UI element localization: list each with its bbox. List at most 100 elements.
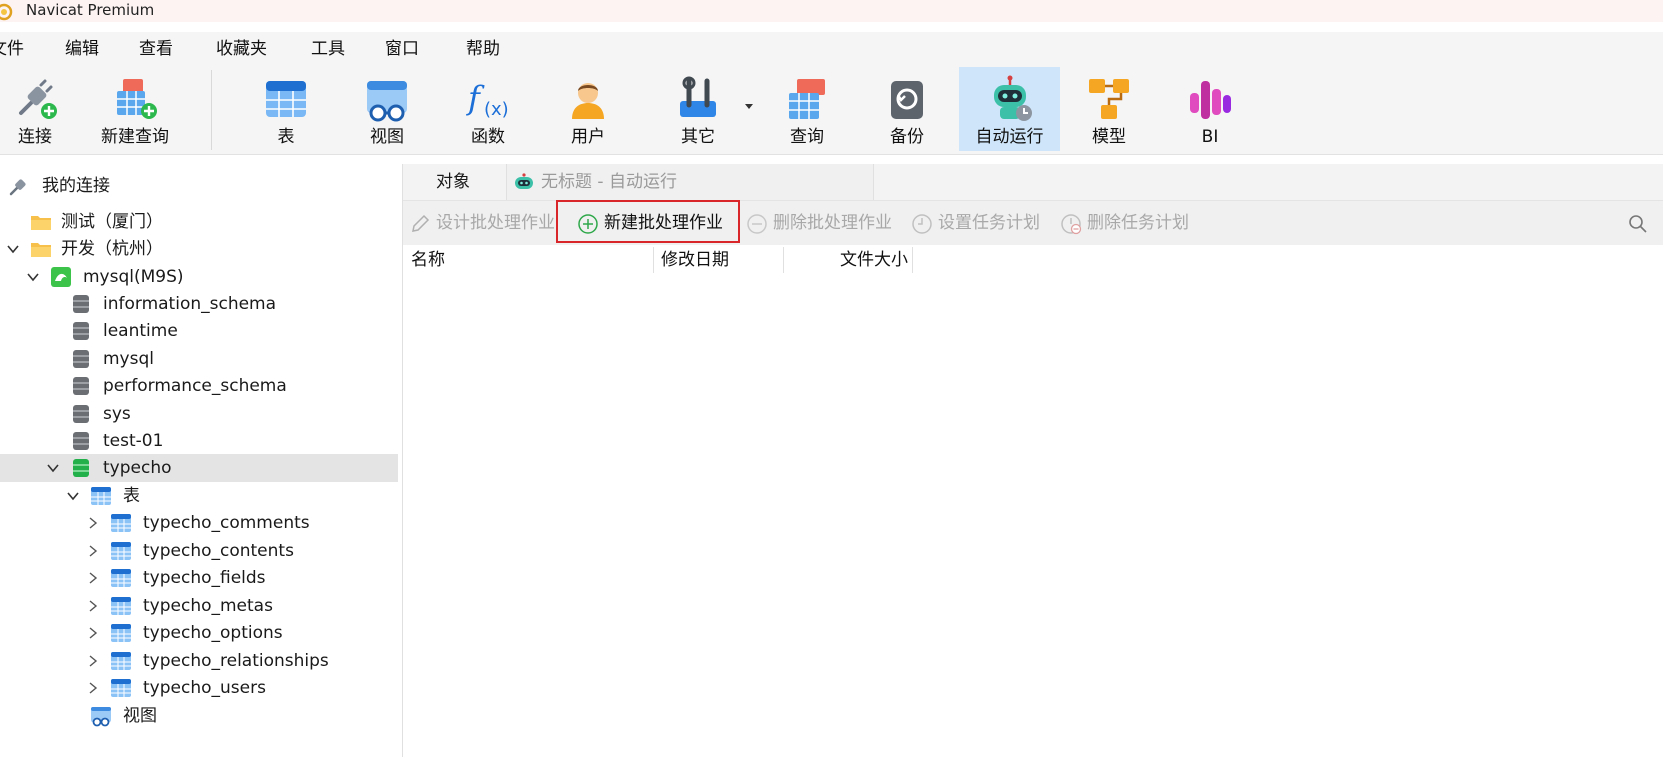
tree-item-folder[interactable]: 测试（厦门） <box>0 208 398 236</box>
column-size-header[interactable]: 文件大小 <box>793 245 908 275</box>
bi-icon <box>1190 81 1231 119</box>
menu-view[interactable]: 查看 <box>139 38 173 60</box>
sidebar-header: 我的连接 <box>0 172 398 200</box>
menu-window[interactable]: 窗口 <box>385 38 419 60</box>
database-icon <box>73 322 89 340</box>
database-open-icon <box>73 459 89 477</box>
tree-item-tables-group[interactable]: 表 <box>0 482 398 510</box>
tree-item-database[interactable]: test-01 <box>0 427 398 455</box>
toolbar-other-label: 其它 <box>681 127 715 147</box>
toolbar-backup-button[interactable]: 备份 <box>867 67 947 151</box>
table-icon <box>111 569 131 587</box>
toolbar-autorun-button[interactable]: 自动运行 <box>959 67 1060 151</box>
menu-tools[interactable]: 工具 <box>311 38 345 60</box>
menu-favorites[interactable]: 收藏夹 <box>216 38 267 60</box>
tree-item-label: typecho_fields <box>143 568 266 588</box>
tree-item-views-group[interactable]: 视图 <box>0 702 398 730</box>
column-modified-header[interactable]: 修改日期 <box>661 245 729 275</box>
backup-icon <box>891 81 923 119</box>
toolbar-model-label: 模型 <box>1092 127 1126 147</box>
tree-item-database-selected[interactable]: typecho <box>0 454 398 482</box>
chevron-right-icon[interactable] <box>86 654 100 668</box>
toolbar-function-label: 函数 <box>471 127 505 147</box>
tools-icon <box>680 76 716 117</box>
robot-icon <box>993 75 1032 121</box>
menu-bar: 文件 编辑 查看 收藏夹 工具 窗口 帮助 <box>0 32 1663 64</box>
new-query-icon <box>117 79 157 119</box>
tree-item-folder[interactable]: 开发（杭州） <box>0 235 398 263</box>
tree-item-table[interactable]: typecho_users <box>0 674 398 702</box>
delete-schedule-label: 删除任务计划 <box>1087 213 1189 233</box>
menu-help[interactable]: 帮助 <box>466 38 500 60</box>
query-icon <box>789 79 825 119</box>
view-icon <box>367 81 407 122</box>
chevron-right-icon[interactable] <box>86 544 100 558</box>
chevron-down-icon[interactable] <box>46 461 60 475</box>
chevron-right-icon[interactable] <box>86 626 100 640</box>
chevron-down-icon[interactable] <box>26 270 40 284</box>
chevron-down-icon[interactable] <box>66 489 80 503</box>
tree-item-database[interactable]: performance_schema <box>0 372 398 400</box>
column-divider[interactable] <box>783 247 784 273</box>
toolbar-table-button[interactable]: 表 <box>246 67 326 151</box>
toolbar-query-button[interactable]: 查询 <box>767 67 847 151</box>
tree-item-database[interactable]: sys <box>0 400 398 428</box>
column-divider[interactable] <box>653 247 654 273</box>
set-schedule-label: 设置任务计划 <box>938 213 1040 233</box>
tree-item-table[interactable]: typecho_metas <box>0 592 398 620</box>
chevron-right-icon[interactable] <box>86 599 100 613</box>
tree-item-label: mysql <box>103 349 154 369</box>
folder-icon <box>31 243 51 257</box>
tree-item-table[interactable]: typecho_options <box>0 619 398 647</box>
database-icon <box>73 350 89 368</box>
tree-item-database[interactable]: mysql <box>0 345 398 373</box>
tab-autorun[interactable]: 无标题 - 自动运行 <box>506 164 874 200</box>
tree-item-label: performance_schema <box>103 376 287 396</box>
toolbar-function-button[interactable]: f (x) 函数 <box>448 67 528 151</box>
menu-edit[interactable]: 编辑 <box>65 38 99 60</box>
search-icon[interactable] <box>1628 214 1648 234</box>
toolbar-backup-label: 备份 <box>890 127 924 147</box>
other-dropdown-caret-icon[interactable] <box>745 104 753 109</box>
robot-icon <box>515 173 533 189</box>
column-name-header[interactable]: 名称 <box>411 245 445 275</box>
chevron-right-icon[interactable] <box>86 681 100 695</box>
tree-item-label: typecho <box>103 458 172 478</box>
tree-item-label: 测试（厦门） <box>61 212 163 232</box>
toolbar-user-button[interactable]: 用户 <box>548 67 628 151</box>
toolbar-view-button[interactable]: 视图 <box>347 67 427 151</box>
toolbar-connect-button[interactable]: 连接 <box>0 67 70 151</box>
tree-item-database[interactable]: information_schema <box>0 290 398 318</box>
toolbar-bi-button[interactable]: BI <box>1170 67 1250 151</box>
design-batch-job-label: 设计批处理作业 <box>436 213 555 233</box>
chevron-down-icon[interactable] <box>6 242 20 256</box>
toolbar-table-label: 表 <box>277 127 295 147</box>
chevron-right-icon[interactable] <box>86 571 100 585</box>
table-icon <box>111 679 131 697</box>
tree-item-table[interactable]: typecho_fields <box>0 564 398 592</box>
toolbar-separator <box>211 70 212 150</box>
tree-item-connection[interactable]: mysql(M9S) <box>0 263 398 291</box>
menu-file[interactable]: 文件 <box>0 38 24 60</box>
main-toolbar: 连接 新建查询 表 视图 f (x) 函数 用户 其它 查询 备份 自动运行 模… <box>0 64 1663 155</box>
tree-item-table[interactable]: typecho_comments <box>0 509 398 537</box>
tree-item-database[interactable]: leantime <box>0 317 398 345</box>
tree-item-table[interactable]: typecho_relationships <box>0 647 398 675</box>
chevron-right-icon[interactable] <box>86 516 100 530</box>
toolbar-autorun-label: 自动运行 <box>975 127 1044 147</box>
delete-batch-job-label: 删除批处理作业 <box>773 213 892 233</box>
database-icon <box>73 432 89 450</box>
tree-item-label: information_schema <box>103 294 277 314</box>
model-icon <box>1089 79 1129 119</box>
table-icon <box>111 597 131 615</box>
tree-item-table[interactable]: typecho_contents <box>0 537 398 565</box>
toolbar-connect-label: 连接 <box>18 127 52 147</box>
toolbar-other-button[interactable]: 其它 <box>658 67 738 151</box>
tab-objects[interactable]: 对象 <box>403 164 503 200</box>
toolbar-new-query-button[interactable]: 新建查询 <box>90 67 180 151</box>
column-divider[interactable] <box>912 247 913 273</box>
svg-text:(x): (x) <box>484 99 509 120</box>
sidebar-header-label: 我的连接 <box>42 176 110 196</box>
toolbar-model-button[interactable]: 模型 <box>1069 67 1149 151</box>
tree-item-label: 表 <box>123 486 140 506</box>
